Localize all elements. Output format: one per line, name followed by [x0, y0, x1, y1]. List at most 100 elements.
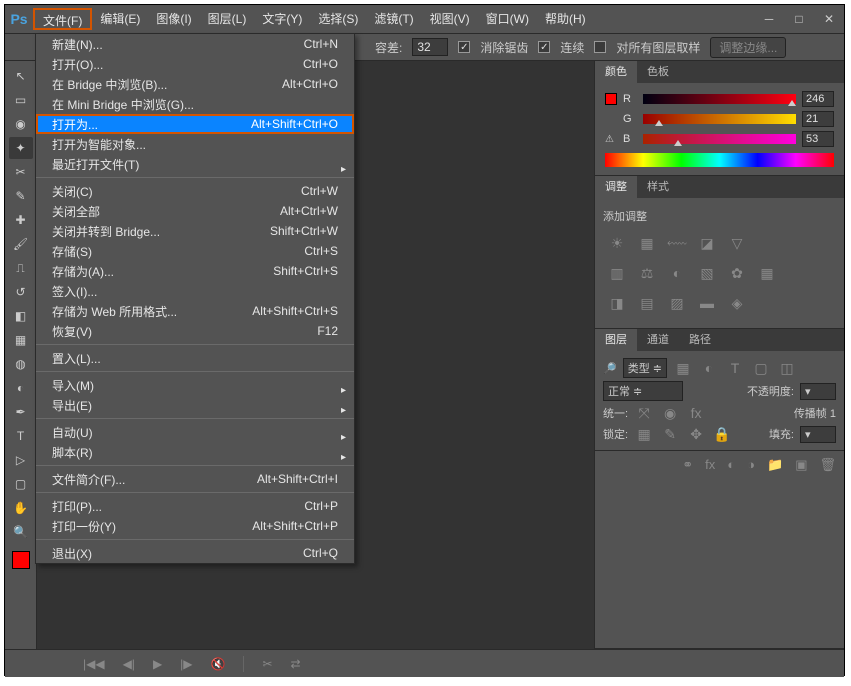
tab-paths[interactable]: 路径 [679, 329, 721, 351]
menu-item[interactable]: 打印一份(Y)Alt+Shift+Ctrl+P [36, 516, 354, 536]
type-tool[interactable]: T [9, 425, 33, 447]
pen-tool[interactable]: ✒ [9, 401, 33, 423]
r-value[interactable]: 246 [802, 91, 834, 107]
group-icon[interactable]: 📁 [767, 457, 783, 473]
menu-item[interactable]: 退出(X)Ctrl+Q [36, 543, 354, 563]
dodge-tool[interactable]: ◐ [9, 377, 33, 399]
brush-tool[interactable]: 🖌 [9, 233, 33, 255]
eraser-tool[interactable]: ◧ [9, 305, 33, 327]
filter-shape-icon[interactable]: ▢ [751, 359, 771, 377]
marquee-tool[interactable]: ▭ [9, 89, 33, 111]
menu-item[interactable]: 恢复(V)F12 [36, 321, 354, 341]
link-layers-icon[interactable]: ⚭ [682, 457, 693, 473]
menu-window[interactable]: 窗口(W) [478, 8, 537, 30]
opacity-input[interactable]: ▾ [800, 383, 836, 400]
menu-item[interactable]: 新建(N)...Ctrl+N [36, 34, 354, 54]
filter-pixel-icon[interactable]: ▦ [673, 359, 693, 377]
stamp-tool[interactable]: ⎍ [9, 257, 33, 279]
menu-item[interactable]: 最近打开文件(T) [36, 154, 354, 174]
maximize-button[interactable]: □ [784, 8, 814, 30]
menu-item[interactable]: 存储为(A)...Shift+Ctrl+S [36, 261, 354, 281]
menu-file[interactable]: 文件(F) [33, 8, 92, 30]
eyedropper-tool[interactable]: ✎ [9, 185, 33, 207]
mixer-icon[interactable]: ✿ [727, 264, 747, 282]
menu-item[interactable]: 在 Bridge 中浏览(B)...Alt+Ctrl+O [36, 74, 354, 94]
color-ramp[interactable] [605, 153, 834, 167]
menu-view[interactable]: 视图(V) [422, 8, 478, 30]
blur-tool[interactable]: ◍ [9, 353, 33, 375]
antialias-checkbox[interactable] [458, 41, 470, 53]
menu-item[interactable]: 关闭(C)Ctrl+W [36, 181, 354, 201]
lookup-icon[interactable]: ▦ [757, 264, 777, 282]
selective-icon[interactable]: ◈ [727, 294, 747, 312]
menu-select[interactable]: 选择(S) [310, 8, 366, 30]
unify-vis-icon[interactable]: ◉ [660, 404, 680, 422]
path-select-tool[interactable]: ▷ [9, 449, 33, 471]
hue-icon[interactable]: ▥ [607, 264, 627, 282]
menu-filter[interactable]: 滤镜(T) [366, 8, 421, 30]
levels-icon[interactable]: ▦ [637, 234, 657, 252]
menu-help[interactable]: 帮助(H) [537, 8, 594, 30]
lock-pos-icon[interactable]: ✥ [686, 425, 706, 443]
menu-item[interactable]: 存储(S)Ctrl+S [36, 241, 354, 261]
menu-item[interactable]: 打开为智能对象... [36, 134, 354, 154]
bw-icon[interactable]: ◐ [667, 264, 687, 282]
balance-icon[interactable]: ⚖ [637, 264, 657, 282]
posterize-icon[interactable]: ▤ [637, 294, 657, 312]
menu-item[interactable]: 置入(L)... [36, 348, 354, 368]
menu-item[interactable]: 在 Mini Bridge 中浏览(G)... [36, 94, 354, 114]
gradient-map-icon[interactable]: ▬ [697, 294, 717, 312]
layer-filter-kind[interactable]: 类型 ≑ [623, 358, 667, 378]
lasso-tool[interactable]: ◉ [9, 113, 33, 135]
menu-item[interactable]: 导入(M) [36, 375, 354, 395]
tolerance-input[interactable] [412, 38, 448, 56]
fill-input[interactable]: ▾ [800, 426, 836, 443]
menu-item[interactable]: 自动(U) [36, 422, 354, 442]
photo-filter-icon[interactable]: ▧ [697, 264, 717, 282]
menu-item[interactable]: 签入(I)... [36, 281, 354, 301]
crop-tool[interactable]: ✂ [9, 161, 33, 183]
all-layers-checkbox[interactable] [594, 41, 606, 53]
vibrance-icon[interactable]: ▽ [727, 234, 747, 252]
menu-image[interactable]: 图像(I) [148, 8, 199, 30]
minimize-button[interactable]: ─ [754, 8, 784, 30]
menu-item[interactable]: 关闭全部Alt+Ctrl+W [36, 201, 354, 221]
mask-icon[interactable]: ◐ [727, 457, 735, 472]
shape-tool[interactable]: ▢ [9, 473, 33, 495]
trash-icon[interactable]: 🗑 [819, 457, 836, 473]
b-value[interactable]: 53 [802, 131, 834, 147]
menu-item[interactable]: 导出(E) [36, 395, 354, 415]
color-swatch[interactable] [605, 93, 617, 105]
next-frame-icon[interactable]: |▶ [180, 657, 192, 671]
fx-icon[interactable]: fx [705, 457, 715, 472]
menu-item[interactable]: 打印(P)...Ctrl+P [36, 496, 354, 516]
hand-tool[interactable]: ✋ [9, 497, 33, 519]
unify-style-icon[interactable]: fx [686, 404, 706, 422]
adjustment-layer-icon[interactable]: ◑ [747, 457, 755, 472]
lock-pixel-icon[interactable]: ✎ [660, 425, 680, 443]
threshold-icon[interactable]: ▨ [667, 294, 687, 312]
menu-item[interactable]: 关闭并转到 Bridge...Shift+Ctrl+W [36, 221, 354, 241]
prev-frame-icon[interactable]: ◀| [123, 657, 135, 671]
tab-adjustments[interactable]: 调整 [595, 176, 637, 198]
tab-color[interactable]: 颜色 [595, 61, 637, 83]
exposure-icon[interactable]: ◪ [697, 234, 717, 252]
menu-edit[interactable]: 编辑(E) [92, 8, 148, 30]
unify-pos-icon[interactable]: ⤧ [634, 404, 654, 422]
menu-item[interactable]: 脚本(R) [36, 442, 354, 462]
filter-smart-icon[interactable]: ◫ [777, 359, 797, 377]
menu-type[interactable]: 文字(Y) [254, 8, 310, 30]
history-brush-tool[interactable]: ↺ [9, 281, 33, 303]
contiguous-checkbox[interactable] [538, 41, 550, 53]
curves-icon[interactable]: ⬳ [667, 234, 687, 252]
filter-type-icon[interactable]: T [725, 359, 745, 377]
gradient-tool[interactable]: ▦ [9, 329, 33, 351]
first-frame-icon[interactable]: |◀◀ [83, 657, 105, 671]
tab-swatches[interactable]: 色板 [637, 61, 679, 83]
zoom-tool[interactable]: 🔍 [9, 521, 33, 543]
play-icon[interactable]: ▶ [153, 657, 162, 671]
magic-wand-tool[interactable]: ✦ [9, 137, 33, 159]
tab-channels[interactable]: 通道 [637, 329, 679, 351]
tab-styles[interactable]: 样式 [637, 176, 679, 198]
invert-icon[interactable]: ◨ [607, 294, 627, 312]
